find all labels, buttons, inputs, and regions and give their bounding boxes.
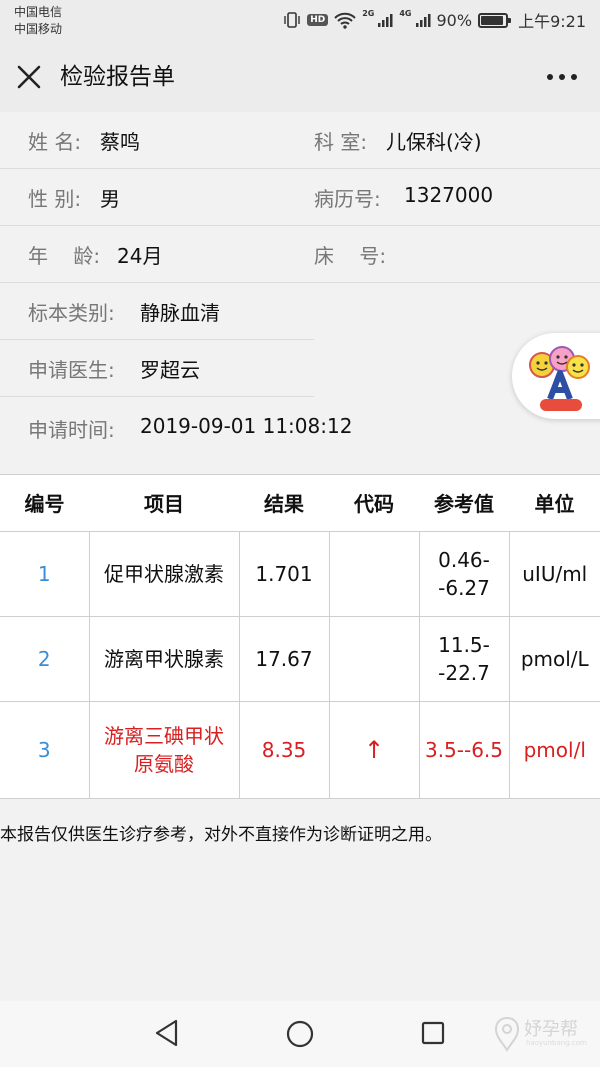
row-item-line-1: 游离三碘甲状 bbox=[104, 723, 224, 748]
row-result: 17.67 bbox=[239, 616, 330, 702]
high-arrow-icon: ↑ bbox=[329, 701, 420, 798]
request-time: 2019-09-01 11:08:12 bbox=[140, 414, 353, 438]
row-reference-line-2: -22.7 bbox=[438, 660, 490, 685]
network-type-2g: 2G bbox=[362, 9, 375, 18]
dept-label: 科 室: bbox=[314, 130, 368, 154]
watermark: 妤孕帮 haoyunbang.com bbox=[490, 1011, 590, 1057]
info-row-age-bed: 年 龄: 24月 床 号: bbox=[0, 226, 600, 283]
row-code bbox=[329, 616, 420, 702]
battery-percent: 90% bbox=[436, 10, 473, 30]
gender-label: 性 别: bbox=[28, 187, 82, 211]
table-header-row: 编号 项目 结果 代码 参考值 单位 bbox=[0, 475, 600, 532]
recent-apps-icon[interactable] bbox=[421, 1021, 445, 1045]
record-label: 病历号: bbox=[314, 187, 381, 211]
navigation-bar: 妤孕帮 haoyunbang.com bbox=[0, 1001, 600, 1067]
header-result: 结果 bbox=[239, 475, 329, 532]
header-code: 代码 bbox=[329, 475, 419, 532]
title-bar: 检验报告单 bbox=[0, 42, 600, 112]
row-item: 游离甲状腺素 bbox=[89, 616, 240, 702]
row-unit: pmol/l bbox=[523, 737, 586, 762]
row-reference: 0.46- -6.27 bbox=[419, 531, 510, 617]
carrier-2: 中国移动 bbox=[14, 22, 63, 36]
results-table: 编号 项目 结果 代码 参考值 单位 1 促甲状腺激素 1.701 0.46- -… bbox=[0, 474, 600, 799]
bed-label: 床 号: bbox=[314, 244, 387, 268]
row-code bbox=[329, 531, 420, 617]
info-row-gender-record: 性 别: 男 病历号: 1327000 bbox=[0, 169, 600, 226]
disclaimer-text: 本报告仅供医生诊疗参考，对外不直接作为诊断证明之用。 bbox=[0, 825, 442, 845]
info-row-doctor: 申请医生: 罗超云 bbox=[0, 340, 314, 397]
row-result: 1.701 bbox=[239, 531, 330, 617]
cartoon-logo-icon bbox=[529, 346, 590, 411]
info-row-name-dept: 姓 名: 蔡鸣 科 室: 儿保科(冷) bbox=[0, 112, 600, 169]
row-unit: pmol/L bbox=[509, 616, 600, 702]
patient-name: 蔡鸣 bbox=[100, 130, 140, 154]
info-row-time: 申请时间: 2019-09-01 11:08:12 bbox=[0, 397, 600, 459]
row-no: 2 bbox=[0, 616, 90, 702]
row-no: 1 bbox=[0, 531, 90, 617]
age-label: 年 龄: bbox=[28, 244, 101, 268]
clock: 上午9:21 bbox=[518, 12, 586, 31]
row-item-line-2: 原氨酸 bbox=[134, 751, 194, 776]
battery-fill bbox=[481, 15, 504, 25]
home-icon[interactable] bbox=[285, 1019, 315, 1049]
header-no: 编号 bbox=[0, 475, 89, 532]
vibrate-icon bbox=[283, 11, 301, 29]
row-reference: 11.5- -22.7 bbox=[419, 616, 510, 702]
watermark-text: 妤孕帮 bbox=[524, 1019, 578, 1040]
header-item: 项目 bbox=[89, 475, 239, 532]
row-result: 8.35 bbox=[239, 701, 330, 798]
status-bar: 中国电信 中国移动 HD 2G 4G 90% 上午9:21 bbox=[0, 0, 600, 42]
page-title: 检验报告单 bbox=[60, 64, 175, 90]
specimen-label: 标本类别: bbox=[28, 301, 115, 325]
row-item: 游离三碘甲状 原氨酸 bbox=[89, 701, 240, 798]
specimen-type: 静脉血清 bbox=[140, 301, 220, 325]
header-unit: 单位 bbox=[509, 475, 600, 532]
row-no: 3 bbox=[0, 701, 90, 798]
wifi-icon bbox=[334, 12, 356, 29]
row-item: 促甲状腺激素 bbox=[89, 531, 240, 617]
header-reference: 参考值 bbox=[419, 475, 509, 532]
patient-age: 24月 bbox=[117, 244, 163, 268]
network-type-4g: 4G bbox=[399, 9, 412, 18]
request-time-label: 申请时间: bbox=[28, 418, 115, 442]
doctor-name: 罗超云 bbox=[140, 358, 200, 382]
name-label: 姓 名: bbox=[28, 130, 82, 154]
back-icon[interactable] bbox=[153, 1018, 181, 1048]
row-unit: uIU/ml bbox=[509, 531, 600, 617]
table-row: 1 促甲状腺激素 1.701 0.46- -6.27 uIU/ml bbox=[0, 531, 600, 617]
patient-dept: 儿保科(冷) bbox=[386, 130, 482, 154]
watermark-logo-icon bbox=[494, 1016, 520, 1052]
close-icon[interactable] bbox=[16, 64, 42, 90]
patient-gender: 男 bbox=[100, 187, 120, 211]
floating-assistant-button[interactable] bbox=[512, 333, 600, 419]
carrier-1: 中国电信 bbox=[14, 5, 63, 19]
row-reference-line-1: 0.46- bbox=[438, 547, 490, 572]
hd-badge: HD bbox=[307, 14, 329, 26]
more-icon[interactable] bbox=[546, 72, 578, 82]
row-reference: 3.5--6.5 bbox=[419, 701, 510, 798]
table-row: 2 游离甲状腺素 17.67 11.5- -22.7 pmol/L bbox=[0, 616, 600, 702]
signal-icon bbox=[377, 12, 393, 28]
patient-record-no: 1327000 bbox=[404, 183, 494, 207]
signal-icon-2 bbox=[415, 12, 431, 28]
battery-icon bbox=[478, 12, 512, 28]
row-reference-line-2: -6.27 bbox=[438, 575, 490, 600]
watermark-subtext: haoyunbang.com bbox=[526, 1039, 587, 1047]
info-row-specimen: 标本类别: 静脉血清 bbox=[0, 283, 314, 340]
doctor-label: 申请医生: bbox=[28, 358, 115, 382]
table-row-abnormal: 3 游离三碘甲状 原氨酸 8.35 ↑ 3.5--6.5 pmol/l bbox=[0, 701, 600, 798]
row-reference-line-1: 11.5- bbox=[438, 632, 490, 657]
